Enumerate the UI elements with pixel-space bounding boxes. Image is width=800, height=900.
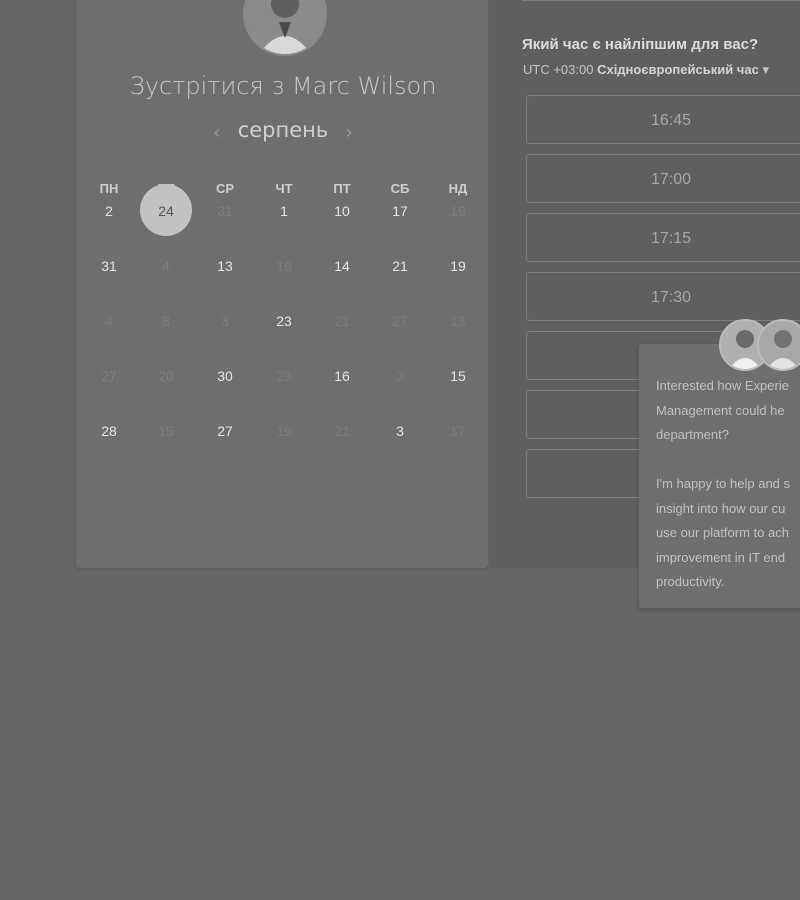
weekday-label: ПТ <box>333 181 351 196</box>
calendar-day[interactable]: 14 <box>322 258 362 274</box>
calendar-day: 16 <box>276 258 292 274</box>
calendar-day: 17 <box>450 423 466 439</box>
calendar-day[interactable]: 10 <box>322 203 362 219</box>
weekday-label: СР <box>215 181 235 196</box>
calendar-day[interactable]: 28 <box>89 423 129 439</box>
time-slot-button[interactable]: 17:00 <box>526 154 800 203</box>
timezone-selector[interactable]: UTC +03:00 Східноєвропейський час ▾ <box>523 62 769 78</box>
timezone-offset: UTC +03:00 <box>523 62 594 77</box>
divider <box>522 0 800 1</box>
calendar-day: 23 <box>276 368 292 384</box>
calendar-day-selected[interactable]: 24 <box>146 203 186 219</box>
calendar-day: 21 <box>334 313 350 329</box>
time-question: Який час є найліпшим для вас? <box>522 36 759 53</box>
weekday-label: НД <box>448 181 468 196</box>
calendar-day: 19 <box>276 423 292 439</box>
calendar-day[interactable]: 1 <box>264 203 304 219</box>
time-slot-button[interactable]: 17:15 <box>526 213 800 262</box>
calendar-day: 3 <box>221 313 229 329</box>
month-navigator: ‹ серпень › <box>200 118 366 148</box>
calendar-day: 21 <box>334 423 350 439</box>
calendar-day: 31 <box>217 203 233 219</box>
calendar-day[interactable]: 23 <box>264 313 304 329</box>
calendar-day: 4 <box>105 313 113 329</box>
chevron-right-icon[interactable]: › <box>346 122 352 143</box>
calendar-day[interactable]: 19 <box>438 258 478 274</box>
calendar-day[interactable]: 13 <box>205 258 245 274</box>
calendar-day[interactable]: 21 <box>380 258 420 274</box>
calendar-day: 27 <box>101 368 117 384</box>
chevron-down-icon: ▾ <box>762 62 769 77</box>
calendar-day[interactable]: 2 <box>89 203 129 219</box>
calendar-day[interactable]: 30 <box>205 368 245 384</box>
calendar-day: 15 <box>158 423 174 439</box>
calendar-day: 27 <box>392 313 408 329</box>
month-label: серпень <box>237 118 329 142</box>
calendar-day[interactable]: 31 <box>89 258 129 274</box>
calendar-day: 8 <box>162 313 170 329</box>
calendar-day: 3 <box>396 368 404 384</box>
weekday-label: ПН <box>99 181 119 196</box>
calendar-day[interactable]: 3 <box>380 423 420 439</box>
page-title: Зустрітися з Marc Wilson <box>129 72 437 100</box>
time-slot-button[interactable]: 17:30 <box>526 272 800 321</box>
chat-message: Interested how Experie Management could … <box>656 378 791 589</box>
calendar-day: 20 <box>158 368 174 384</box>
timezone-name: Східноєвропейський час <box>597 62 759 77</box>
calendar-day[interactable]: 17 <box>380 203 420 219</box>
time-slot-button[interactable]: 16:45 <box>526 95 800 144</box>
calendar-day: 19 <box>450 203 466 219</box>
calendar-day: 13 <box>450 313 466 329</box>
agent-avatar <box>757 319 800 371</box>
calendar-day: 4 <box>162 258 170 274</box>
calendar-day[interactable]: 16 <box>322 368 362 384</box>
weekday-label: ЧТ <box>275 181 293 196</box>
calendar-day[interactable]: 27 <box>205 423 245 439</box>
calendar-day[interactable]: 15 <box>438 368 478 384</box>
weekday-label: СБ <box>390 181 410 196</box>
chat-popup[interactable]: Interested how Experie Management could … <box>639 344 800 608</box>
